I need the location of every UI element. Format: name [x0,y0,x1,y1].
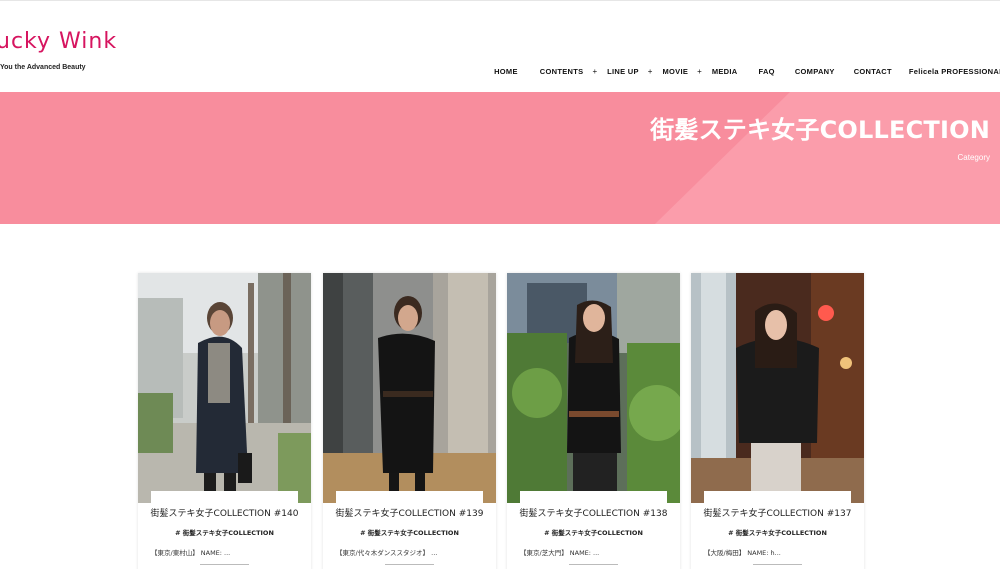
post-card[interactable]: 街髪ステキ女子COLLECTION #137 # 街髪ステキ女子COLLECTI… [691,273,864,569]
post-category[interactable]: # 街髪ステキ女子COLLECTION [323,527,496,537]
post-excerpt: 【東京/東村山】 NAME: ... [151,549,231,557]
nav-company[interactable]: COMPANY [795,67,835,76]
post-title[interactable]: 街髪ステキ女子COLLECTION #139 [323,506,496,519]
post-thumbnail[interactable] [691,273,864,503]
nav-felicela-professional[interactable]: Felicela PROFESSIONAL [909,67,1000,76]
post-title[interactable]: 街髪ステキ女子COLLECTION #138 [507,506,680,519]
read-more-button[interactable] [200,564,249,569]
nav-contact[interactable]: CONTACT [854,67,892,76]
post-excerpt: 【東京/芝大門】 NAME: ... [520,549,600,557]
read-more-button[interactable] [753,564,802,569]
submenu-plus-icon[interactable]: + [648,67,653,76]
title-panel [336,491,483,507]
title-panel [151,491,298,507]
post-thumbnail[interactable] [507,273,680,503]
street-photo-1 [138,273,311,503]
breadcrumb[interactable]: Category [958,153,990,162]
main-nav: HOME CONTENTS + LINE UP + MOVIE + MEDIA … [494,65,1000,77]
post-category[interactable]: # 街髪ステキ女子COLLECTION [691,527,864,537]
post-excerpt: 【東京/代々木ダンススタジオ】 ... [336,549,438,557]
street-photo-3 [507,273,680,503]
site-tagline: You the Advanced Beauty [0,64,86,71]
nav-home[interactable]: HOME [494,67,518,76]
nav-movie[interactable]: MOVIE [662,67,688,76]
post-grid: 街髪ステキ女子COLLECTION #140 # 街髪ステキ女子COLLECTI… [138,273,866,569]
nav-label: CONTENTS [539,66,584,76]
post-title[interactable]: 街髪ステキ女子COLLECTION #137 [691,506,864,519]
site-logo[interactable]: ucky Wink [0,29,117,54]
page-title: 街髪ステキ女子COLLECTION [650,116,990,144]
post-card[interactable]: 街髪ステキ女子COLLECTION #138 # 街髪ステキ女子COLLECTI… [507,273,680,569]
category-hero: 街髪ステキ女子COLLECTION Category [0,92,1000,224]
nav-faq[interactable]: FAQ [758,67,774,76]
nav-label: CONTACT [853,66,892,76]
post-thumbnail[interactable] [138,273,311,503]
submenu-plus-icon[interactable]: + [592,67,597,76]
nav-label: MOVIE [662,66,689,76]
post-card[interactable]: 街髪ステキ女子COLLECTION #140 # 街髪ステキ女子COLLECTI… [138,273,311,569]
post-category[interactable]: # 街髪ステキ女子COLLECTION [138,527,311,537]
post-excerpt: 【大阪/梅田】 NAME: h... [704,549,781,557]
nav-label: Felicela PROFESSIONAL [908,66,1000,76]
nav-label: FAQ [758,66,775,76]
nav-label: LINE UP [607,66,639,76]
post-title[interactable]: 街髪ステキ女子COLLECTION #140 [138,506,311,519]
post-category[interactable]: # 街髪ステキ女子COLLECTION [507,527,680,537]
nav-media[interactable]: MEDIA [712,67,738,76]
title-panel [520,491,667,507]
nav-label: MEDIA [711,66,738,76]
post-card[interactable]: 街髪ステキ女子COLLECTION #139 # 街髪ステキ女子COLLECTI… [323,273,496,569]
read-more-button[interactable] [569,564,618,569]
street-photo-2 [323,273,496,503]
submenu-plus-icon[interactable]: + [697,67,702,76]
site-header: ucky Wink You the Advanced Beauty HOME C… [0,1,1000,92]
post-thumbnail[interactable] [323,273,496,503]
nav-label: COMPANY [794,66,835,76]
title-panel [704,491,851,507]
street-photo-4 [691,273,864,503]
nav-contents[interactable]: CONTENTS [540,67,584,76]
read-more-button[interactable] [385,564,434,569]
nav-label: HOME [494,66,518,76]
nav-line-up[interactable]: LINE UP [607,67,639,76]
